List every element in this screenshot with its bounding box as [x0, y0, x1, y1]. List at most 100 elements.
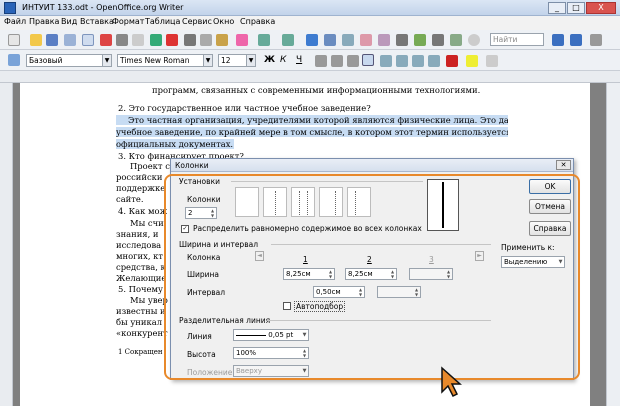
table-icon[interactable]: [324, 34, 336, 46]
bullets-icon[interactable]: [396, 55, 408, 67]
title-bar: ИНТУИТ 133.odt - OpenOffice.org Writer _…: [0, 0, 620, 16]
print-icon[interactable]: [116, 34, 128, 46]
paragraph-style-select[interactable]: Базовый ▼: [26, 54, 112, 67]
increase-indent-icon[interactable]: [428, 55, 440, 67]
standard-toolbar: Найти: [0, 30, 620, 50]
dialog-title-bar: Колонки ✕: [171, 159, 573, 172]
doc-line: средства, к: [116, 262, 166, 272]
doc-line: 5. Почему: [118, 284, 163, 294]
find-prev-icon[interactable]: [570, 34, 582, 46]
chevron-down-icon: ▼: [203, 55, 212, 66]
underline-button[interactable]: Ч: [296, 55, 302, 65]
doc-line: сайте.: [116, 194, 144, 204]
navigator-icon[interactable]: [414, 34, 426, 46]
background-color-icon[interactable]: [486, 55, 498, 67]
menu-window[interactable]: Окно: [213, 17, 234, 26]
paste-icon[interactable]: [216, 34, 228, 46]
align-right-icon[interactable]: [347, 55, 359, 67]
horizontal-ruler[interactable]: [0, 71, 620, 83]
chevron-down-icon: ▼: [102, 55, 111, 66]
justify-icon[interactable]: [362, 54, 374, 66]
menu-tools[interactable]: Сервис: [182, 17, 212, 26]
doc-line: Проект с: [130, 161, 170, 171]
doc-line: Желающие: [116, 273, 167, 283]
hyperlink-icon[interactable]: [306, 34, 318, 46]
image-icon[interactable]: [342, 34, 354, 46]
font-size-value: 12: [221, 56, 231, 65]
formatting-toolbar: Базовый ▼ Times New Roman ▼ 12 ▼ Ж К Ч: [0, 50, 620, 71]
vertical-scrollbar[interactable]: [606, 83, 620, 406]
highlight-callout: [164, 174, 580, 380]
menu-bar: Файл Правка Вид Вставка Формат Таблица С…: [0, 16, 620, 30]
maximize-button[interactable]: □: [567, 2, 585, 14]
doc-line: «конкурент: [116, 328, 168, 338]
align-left-icon[interactable]: [315, 55, 327, 67]
spellcheck-icon[interactable]: [150, 34, 162, 46]
menu-format[interactable]: Формат: [112, 17, 144, 26]
zoom-icon[interactable]: [468, 34, 480, 46]
italic-button[interactable]: К: [280, 55, 286, 65]
mouse-pointer-icon: [441, 366, 462, 398]
email-icon[interactable]: [64, 34, 76, 46]
chevron-down-icon: ▼: [246, 55, 255, 66]
menu-table[interactable]: Таблица: [145, 17, 180, 26]
font-color-icon[interactable]: [446, 55, 458, 67]
doc-line: 2. Это государственное или частное учебн…: [118, 103, 371, 113]
toolbar-options-icon[interactable]: [590, 34, 602, 46]
close-button[interactable]: X: [586, 2, 616, 14]
doc-line: российски: [116, 172, 163, 182]
find-next-icon[interactable]: [552, 34, 564, 46]
footnote-line: 1 Сокращен: [118, 348, 163, 356]
copy-icon[interactable]: [200, 34, 212, 46]
menu-edit[interactable]: Правка: [29, 17, 59, 26]
find-input[interactable]: Найти: [490, 33, 544, 46]
align-center-icon[interactable]: [331, 55, 343, 67]
font-name-value: Times New Roman: [120, 56, 190, 65]
font-size-select[interactable]: 12 ▼: [218, 54, 256, 67]
edit-file-icon[interactable]: [82, 34, 94, 46]
close-icon[interactable]: ✕: [556, 160, 571, 170]
doc-line: Мы увер: [130, 295, 168, 305]
minimize-button[interactable]: _: [548, 2, 566, 14]
bold-button[interactable]: Ж: [264, 55, 275, 65]
font-name-select[interactable]: Times New Roman ▼: [117, 54, 213, 67]
undo-icon[interactable]: [258, 34, 270, 46]
doc-line-selected: учебное заведение, по крайней мере в том…: [116, 127, 508, 137]
doc-line-selected: Это частная организация, учредителями ко…: [116, 115, 508, 125]
doc-line: известны и: [116, 306, 166, 316]
cut-icon[interactable]: [184, 34, 196, 46]
save-icon[interactable]: [46, 34, 58, 46]
dialog-title: Колонки: [175, 161, 209, 170]
doc-line: бы уникал: [116, 317, 163, 327]
open-icon[interactable]: [30, 34, 42, 46]
highlight-icon[interactable]: [466, 55, 478, 67]
doc-line: поддержке: [116, 183, 166, 193]
paragraph-style-value: Базовый: [29, 56, 63, 65]
vertical-ruler: [0, 83, 13, 406]
window-title: ИНТУИТ 133.odt - OpenOffice.org Writer: [22, 3, 184, 12]
menu-insert[interactable]: Вставка: [80, 17, 114, 26]
gallery-icon[interactable]: [450, 34, 462, 46]
find-icon[interactable]: [396, 34, 408, 46]
decrease-indent-icon[interactable]: [412, 55, 424, 67]
new-icon[interactable]: [8, 34, 20, 46]
redo-icon[interactable]: [282, 34, 294, 46]
menu-view[interactable]: Вид: [61, 17, 77, 26]
pdf-icon[interactable]: [100, 34, 112, 46]
numbering-icon[interactable]: [380, 55, 392, 67]
app-icon: [4, 2, 16, 14]
doc-line: исследова: [116, 240, 162, 250]
formatting-marks-icon[interactable]: [432, 34, 444, 46]
preview-icon[interactable]: [132, 34, 144, 46]
doc-line: программ, связанных с современными инфор…: [152, 85, 481, 95]
styles-icon[interactable]: [8, 54, 20, 66]
doc-line: 4. Как мож: [118, 206, 168, 216]
doc-line: многих, кт: [116, 251, 164, 261]
draw-icon[interactable]: [378, 34, 390, 46]
chart-icon[interactable]: [360, 34, 372, 46]
menu-file[interactable]: Файл: [4, 17, 26, 26]
menu-help[interactable]: Справка: [240, 17, 275, 26]
format-paintbrush-icon[interactable]: [236, 34, 248, 46]
autospell-icon[interactable]: [166, 34, 178, 46]
doc-line-selected: официальных документах.: [116, 139, 234, 149]
